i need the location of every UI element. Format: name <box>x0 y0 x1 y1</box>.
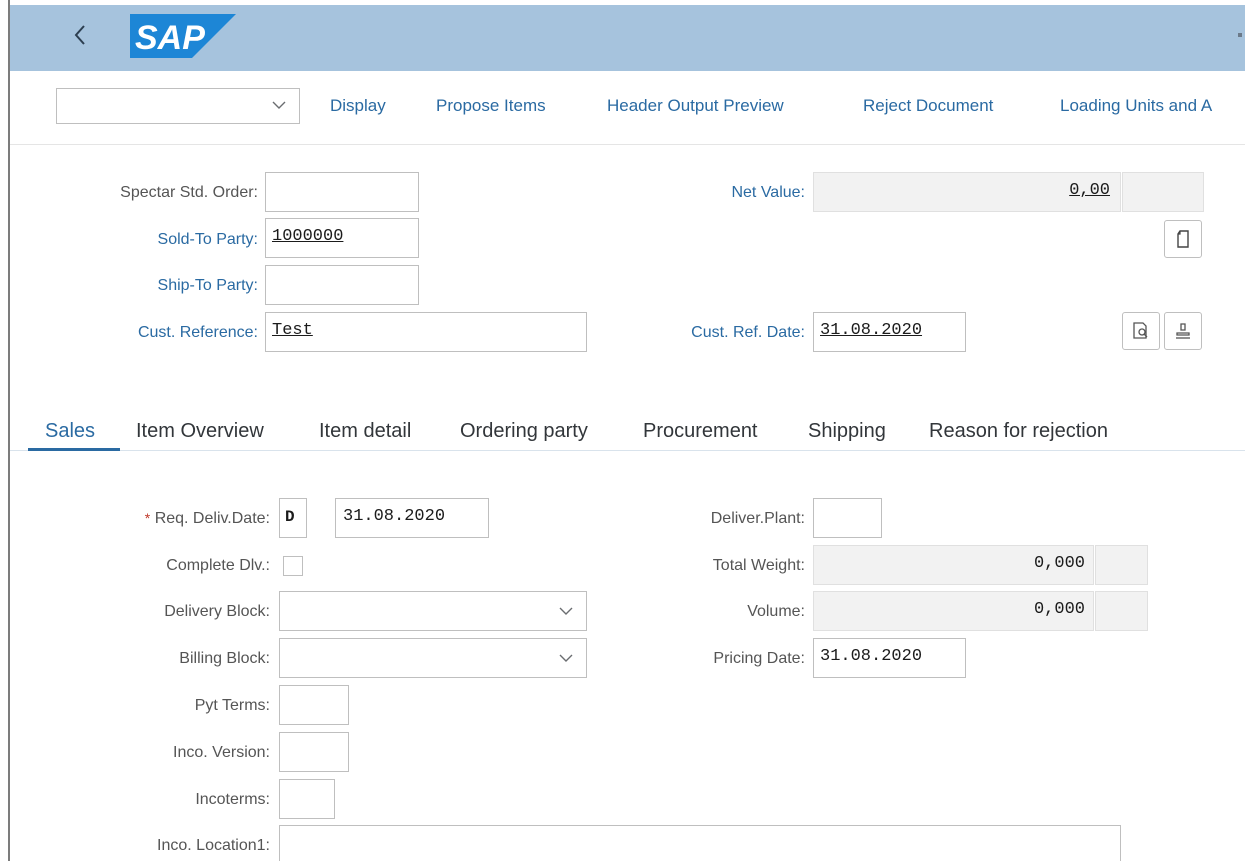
sap-logo-text: SAP <box>135 19 205 57</box>
billing-block-select[interactable] <box>279 638 587 678</box>
chevron-down-icon <box>272 101 286 109</box>
tab-reason-for-rejection[interactable]: Reason for rejection <box>929 420 1108 443</box>
req-deliv-date-input[interactable]: 31.08.2020 <box>335 498 489 538</box>
complete-dlv-checkbox[interactable] <box>283 556 303 576</box>
req-deliv-type-input[interactable]: D <box>279 498 307 538</box>
volume-field: 0,000 <box>813 591 1094 631</box>
inco-version-input[interactable] <box>279 732 349 772</box>
cust-ref-date-input[interactable]: 31.08.2020 <box>813 312 966 352</box>
inco-location-input[interactable] <box>279 825 1121 861</box>
cust-reference-value: Test <box>272 321 313 340</box>
sap-logo[interactable]: SAP <box>130 14 236 58</box>
pricing-date-value: 31.08.2020 <box>820 647 923 666</box>
net-value-label[interactable]: Net Value: <box>731 184 805 202</box>
total-weight-field: 0,000 <box>813 545 1094 585</box>
header-output-preview-button[interactable]: Header Output Preview <box>607 96 784 116</box>
order-input[interactable] <box>265 172 419 212</box>
inco-version-label: Inco. Version: <box>173 744 270 761</box>
cust-reference-label[interactable]: Cust. Reference: <box>138 324 258 342</box>
complete-dlv-label: Complete Dlv.: <box>166 557 270 574</box>
chevron-left-icon <box>74 25 85 45</box>
delivery-block-select[interactable] <box>279 591 587 631</box>
req-deliv-date-label: * Req. Deliv.Date: <box>144 510 270 527</box>
document-icon <box>1177 230 1189 248</box>
billing-block-label: Billing Block: <box>179 650 270 667</box>
pyt-terms-label: Pyt Terms: <box>194 697 270 714</box>
required-marker: * <box>144 510 151 526</box>
active-tab-indicator <box>28 448 120 451</box>
tab-shipping[interactable]: Shipping <box>808 420 886 443</box>
pyt-terms-input[interactable] <box>279 685 349 725</box>
net-currency-field <box>1122 172 1204 212</box>
toolbar-select[interactable] <box>56 88 300 124</box>
total-weight-label: Total Weight: <box>712 557 805 574</box>
copy-button[interactable] <box>1164 220 1202 258</box>
sold-to-value: 1000000 <box>272 227 344 246</box>
reject-document-button[interactable]: Reject Document <box>863 96 993 116</box>
ship-to-label[interactable]: Ship-To Party: <box>158 277 258 295</box>
deliver-plant-label: Deliver.Plant: <box>710 510 805 527</box>
back-button[interactable] <box>60 18 100 52</box>
sold-to-label[interactable]: Sold-To Party: <box>158 231 258 249</box>
loading-units-button[interactable]: Loading Units and A <box>1060 96 1212 116</box>
incoterms-label: Incoterms: <box>195 791 270 808</box>
incoterms-input[interactable] <box>279 779 335 819</box>
deliver-plant-input[interactable] <box>813 498 882 538</box>
volume-unit-field <box>1095 591 1148 631</box>
tab-item-overview[interactable]: Item Overview <box>136 420 264 443</box>
inco-location-label: Inco. Location1: <box>157 837 270 854</box>
stamp-icon <box>1176 323 1190 339</box>
tab-strip-line <box>10 450 1245 451</box>
cust-ref-date-label[interactable]: Cust. Ref. Date: <box>691 324 805 342</box>
cust-ref-date-value: 31.08.2020 <box>820 321 923 340</box>
stamp-button[interactable] <box>1164 312 1202 350</box>
pricing-date-label: Pricing Date: <box>713 650 805 667</box>
total-weight-unit-field <box>1095 545 1148 585</box>
req-deliv-type-value: D <box>285 508 295 526</box>
tab-item-detail[interactable]: Item detail <box>319 420 411 443</box>
net-value-field: 0,00 <box>813 172 1121 212</box>
chevron-down-icon <box>559 654 573 662</box>
order-label: Spectar Std. Order: <box>120 184 258 201</box>
pricing-date-input[interactable]: 31.08.2020 <box>813 638 966 678</box>
shell-overflow-marker <box>1238 33 1242 37</box>
chevron-down-icon <box>559 607 573 615</box>
propose-items-button[interactable]: Propose Items <box>436 96 546 116</box>
display-document-button[interactable] <box>1122 312 1160 350</box>
delivery-block-label: Delivery Block: <box>164 603 270 620</box>
cust-reference-input[interactable]: Test <box>265 312 587 352</box>
display-button[interactable]: Display <box>330 96 386 116</box>
tab-sales[interactable]: Sales <box>45 420 95 443</box>
total-weight-value: 0,000 <box>1033 554 1085 573</box>
volume-label: Volume: <box>747 603 805 620</box>
ship-to-input[interactable] <box>265 265 419 305</box>
volume-value: 0,000 <box>1033 600 1085 619</box>
req-deliv-date-value: 31.08.2020 <box>343 507 446 526</box>
sold-to-input[interactable]: 1000000 <box>265 218 419 258</box>
tab-ordering-party[interactable]: Ordering party <box>460 420 588 443</box>
net-value: 0,00 <box>1069 181 1110 200</box>
tab-procurement[interactable]: Procurement <box>643 420 758 443</box>
document-search-icon <box>1133 322 1148 339</box>
